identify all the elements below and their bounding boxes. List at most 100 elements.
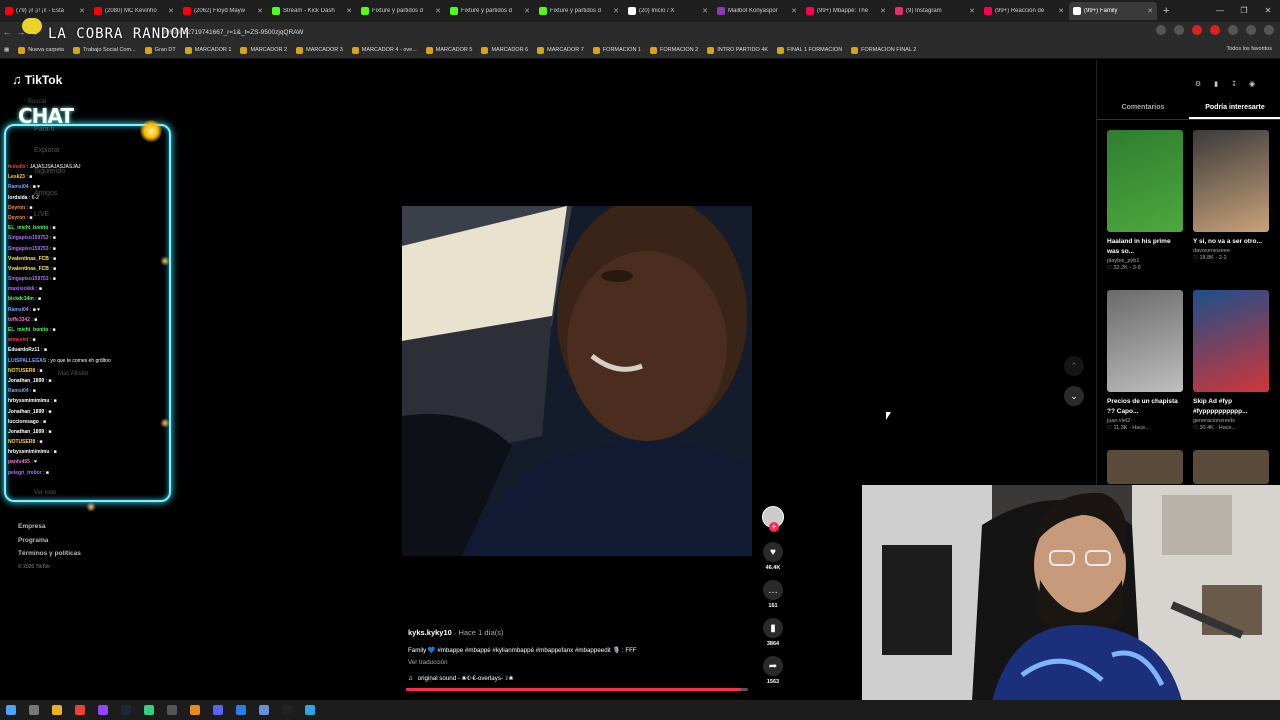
comment-icon[interactable]: … <box>763 580 783 600</box>
video-thumbnail[interactable] <box>1107 450 1183 484</box>
bookmark-star-icon[interactable] <box>1174 25 1184 35</box>
app-icon[interactable] <box>190 705 200 715</box>
heart-icon[interactable]: ♥ <box>763 542 783 562</box>
video-thumbnail[interactable] <box>1193 130 1269 232</box>
app-icon[interactable] <box>305 705 315 715</box>
suggested-video-card[interactable]: Haaland in his prime was so... playboi_py… <box>1107 130 1183 271</box>
extensions-icon[interactable] <box>1228 25 1238 35</box>
close-tab-icon[interactable]: ✕ <box>880 7 886 15</box>
card-author[interactable]: juan.viel2 <box>1107 418 1183 424</box>
bookmark-item[interactable]: MARCADOR 2 <box>240 46 287 54</box>
app-icon[interactable] <box>282 705 292 715</box>
tab-podria-interesarte[interactable]: Podría interesarte <box>1189 104 1280 119</box>
minimize-button[interactable]: — <box>1208 0 1232 22</box>
settings-icon[interactable]: ⚙ <box>1193 80 1203 90</box>
close-tab-icon[interactable]: ✕ <box>1058 7 1064 15</box>
bookmark-item[interactable]: INTRO PARTIDO 4K <box>707 46 768 54</box>
device-icon[interactable]: ▮ <box>1211 80 1221 90</box>
footer-link-empresa[interactable]: Empresa <box>18 520 81 534</box>
share-icon[interactable]: ➦ <box>763 656 783 676</box>
close-tab-icon[interactable]: ✕ <box>257 7 263 15</box>
browser-tab[interactable]: Fixture y partidos d ✕ <box>535 2 623 20</box>
see-translation-link[interactable]: Ver traducción <box>408 659 758 666</box>
previous-video-button[interactable]: ⌃ <box>1064 356 1084 376</box>
menu-dots-icon[interactable] <box>1264 25 1274 35</box>
close-tab-icon[interactable]: ✕ <box>791 7 797 15</box>
maximize-button[interactable]: ❐ <box>1232 0 1256 22</box>
browser-tab[interactable]: (99+) Family ✕ <box>1069 2 1157 20</box>
steam-icon[interactable] <box>121 705 131 715</box>
record-extension-icon[interactable] <box>1192 25 1202 35</box>
author-name[interactable]: kyks.kyky10 <box>408 628 452 637</box>
creator-avatar[interactable]: + <box>762 506 784 532</box>
bookmark-item[interactable]: FORMACION 2 <box>650 46 698 54</box>
app-icon[interactable] <box>236 705 246 715</box>
suggested-video-card[interactable] <box>1193 450 1269 484</box>
video-player[interactable] <box>402 206 752 556</box>
next-video-button[interactable]: ⌄ <box>1064 386 1084 406</box>
close-tab-icon[interactable]: ✕ <box>168 7 174 15</box>
browser-tab[interactable]: (20) Inicio / X ✕ <box>624 2 712 20</box>
tiktok-logo[interactable]: ♫ TikTok <box>12 72 62 87</box>
close-tab-icon[interactable]: ✕ <box>524 7 530 15</box>
browser-tab[interactable]: (2080) MC Kevinho ✕ <box>90 2 178 20</box>
close-tab-icon[interactable]: ✕ <box>613 7 619 15</box>
card-author[interactable]: playboi_pyb1 <box>1107 258 1183 264</box>
bookmark-item[interactable]: FORMACION FINAL 2 <box>851 46 916 54</box>
close-tab-icon[interactable]: ✕ <box>969 7 975 15</box>
video-thumbnail[interactable] <box>1107 290 1183 392</box>
bookmark-item[interactable]: Nueva carpeta <box>18 46 64 54</box>
close-tab-icon[interactable]: ✕ <box>346 7 352 15</box>
profile-avatar-icon[interactable] <box>1246 25 1256 35</box>
like-action[interactable]: ♥ 46.4K <box>760 542 786 571</box>
chrome-icon[interactable] <box>75 705 85 715</box>
bookmark-item[interactable]: FINAL 1 FORMACION <box>777 46 842 54</box>
save-action[interactable]: ▮ 3864 <box>760 618 786 647</box>
discord-icon[interactable] <box>213 705 223 715</box>
browser-tab[interactable]: (9) Instagram ✕ <box>891 2 979 20</box>
bookmark-item[interactable]: MARCADOR 3 <box>296 46 343 54</box>
apps-grid-icon[interactable]: ▦ <box>4 47 9 53</box>
bookmark-item[interactable]: MARCADOR 4 - ove... <box>351 46 417 54</box>
video-thumbnail[interactable] <box>1107 130 1183 232</box>
obs-icon[interactable] <box>167 705 177 715</box>
ublock-extension-icon[interactable] <box>1210 25 1220 35</box>
file-explorer-icon[interactable] <box>52 705 62 715</box>
download-icon[interactable]: ↧ <box>1229 80 1239 90</box>
browser-tab[interactable]: Fixture y partidos d ✕ <box>446 2 534 20</box>
video-thumbnail[interactable] <box>1193 450 1269 484</box>
browser-tab[interactable]: Fixture y partidos d ✕ <box>357 2 445 20</box>
new-tab-button[interactable]: + <box>1163 5 1169 17</box>
bookmark-icon[interactable]: ▮ <box>763 618 783 638</box>
browser-tab[interactable]: Stream - Kick Dash ✕ <box>268 2 356 20</box>
close-tab-icon[interactable]: ✕ <box>435 7 441 15</box>
share-action[interactable]: ➦ 1563 <box>760 656 786 685</box>
twitch-icon[interactable] <box>98 705 108 715</box>
browser-tab[interactable]: Mailbot Konyaspor ✕ <box>713 2 801 20</box>
suggested-video-card[interactable] <box>1107 450 1183 484</box>
bookmark-item[interactable]: FORMACION 1 <box>592 46 641 54</box>
close-window-button[interactable]: ✕ <box>1256 0 1280 22</box>
suggested-video-card[interactable]: Precios de un chapista ?? Capo... juan.vi… <box>1107 290 1183 431</box>
tab-comentarios[interactable]: Comentarios <box>1097 104 1189 119</box>
app-icon[interactable] <box>259 705 269 715</box>
start-menu-icon[interactable] <box>6 705 16 715</box>
suggested-video-card[interactable]: Y si, no va a ser otro... davoxeneizeee ♡ … <box>1193 130 1269 261</box>
close-tab-icon[interactable]: ✕ <box>702 7 708 15</box>
suggested-video-card[interactable]: Skip Ad #fyp #fypppppppppp... generacionz… <box>1193 290 1269 431</box>
footer-link-programa[interactable]: Programa <box>18 534 81 548</box>
footer-link-terminos[interactable]: Términos y políticas <box>18 547 81 561</box>
profile-icon[interactable]: ◉ <box>1247 80 1257 90</box>
card-author[interactable]: generacionzreels <box>1193 418 1269 424</box>
install-icon[interactable] <box>1156 25 1166 35</box>
video-thumbnail[interactable] <box>1193 290 1269 392</box>
video-progress-bar[interactable] <box>406 688 748 691</box>
browser-tab[interactable]: (99+) Mbappé: The ✕ <box>802 2 890 20</box>
bookmark-item[interactable]: Trabajo Social Com... <box>72 46 136 54</box>
follow-plus-icon[interactable]: + <box>769 522 779 532</box>
app-icon[interactable] <box>144 705 154 715</box>
comment-action[interactable]: … 161 <box>760 580 786 609</box>
card-author[interactable]: davoxeneizeee <box>1193 248 1269 254</box>
close-tab-icon[interactable]: ✕ <box>79 7 85 15</box>
sound-line[interactable]: ♫ original sound - ❀☪€-overlays-☽❀ <box>408 675 758 682</box>
